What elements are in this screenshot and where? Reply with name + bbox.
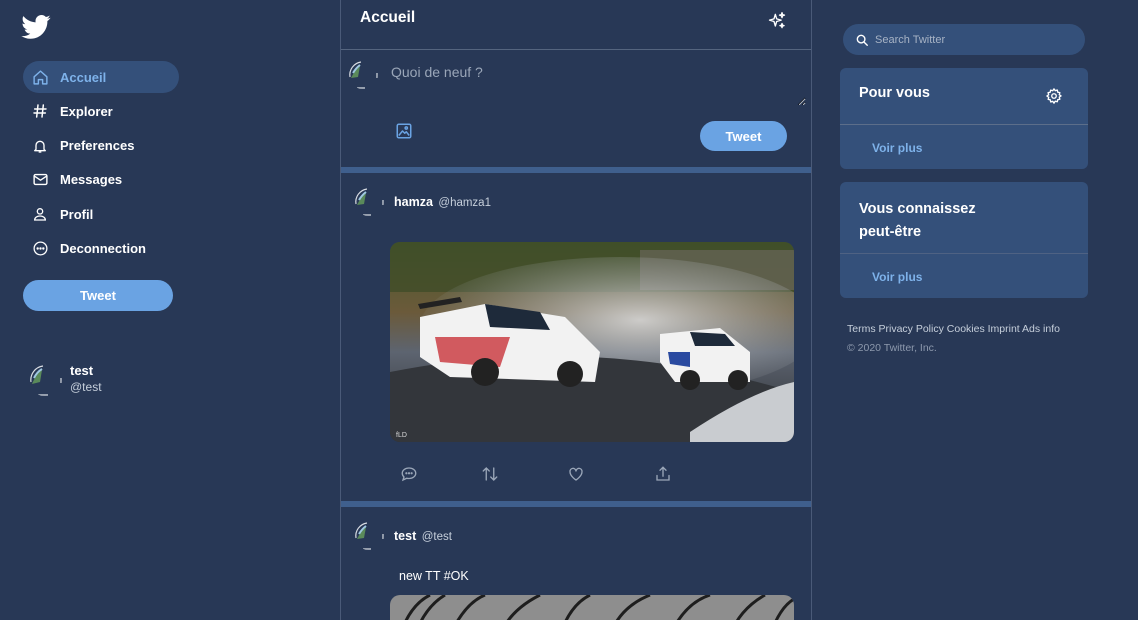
card-title: Pour vous [859, 85, 930, 101]
hashtag-icon [31, 102, 49, 120]
card-divider [840, 253, 1088, 254]
copyright: © 2020 Twitter, Inc. [847, 342, 937, 354]
envelope-icon [31, 171, 49, 189]
tweet-author[interactable]: test @test [394, 529, 452, 543]
footer: Terms Privacy Policy Cookies Imprint Ads… [847, 320, 1060, 358]
for-you-card: Pour vous Voir plus [840, 68, 1088, 169]
current-user-profile[interactable]: test @test [28, 362, 102, 396]
like-icon[interactable] [567, 465, 585, 483]
avatar [348, 59, 378, 89]
nav-label: Profil [60, 206, 94, 222]
watermark: fLD [396, 432, 407, 439]
card-title: Vous connaissez peut-être [859, 201, 976, 240]
tweet-composer: Tweet [341, 50, 811, 167]
nav-label: Deconnection [60, 241, 146, 257]
sparkle-icon[interactable] [767, 11, 787, 31]
gear-icon[interactable] [1045, 87, 1063, 105]
author-handle: @hamza1 [438, 197, 491, 209]
user-icon [31, 205, 49, 223]
search-bar[interactable] [843, 24, 1085, 55]
main-nav: Accueil Explorer Preferences Messages Pr… [23, 61, 179, 267]
image-upload-icon[interactable] [395, 122, 413, 140]
avatar [354, 520, 384, 550]
home-icon [31, 68, 49, 86]
nav-label: Accueil [60, 69, 107, 85]
sidebar-tweet-button[interactable]: Tweet [23, 280, 173, 311]
tweet-item[interactable]: test @test new TT #OK [341, 507, 811, 620]
nav-item-explorer[interactable]: Explorer [23, 95, 179, 127]
author-name: test [394, 529, 417, 543]
nav-item-profil[interactable]: Profil [23, 198, 179, 230]
nav-item-deconnection[interactable]: Deconnection [23, 233, 179, 265]
retweet-icon[interactable] [481, 465, 499, 483]
tweet-media-image[interactable] [390, 595, 794, 620]
left-sidebar: Accueil Explorer Preferences Messages Pr… [0, 0, 340, 620]
nav-item-accueil[interactable]: Accueil [23, 61, 179, 93]
avatar [28, 362, 62, 396]
avatar [354, 186, 384, 216]
tweet-text: new TT #OK [399, 569, 469, 583]
share-icon[interactable] [654, 465, 672, 483]
see-more-link[interactable]: Voir plus [872, 141, 922, 155]
see-more-link[interactable]: Voir plus [872, 270, 922, 284]
timeline-header: Accueil [341, 0, 811, 50]
drift-cars-photo: fLD [390, 242, 794, 442]
tweet-compose-input[interactable] [381, 56, 806, 106]
search-icon [856, 34, 868, 46]
tweet-author[interactable]: hamza @hamza1 [394, 195, 491, 209]
tire-tracks-photo [390, 595, 794, 620]
footer-links[interactable]: Terms Privacy Policy Cookies Imprint Ads… [847, 320, 1060, 339]
page-title: Accueil [360, 9, 416, 26]
profile-handle: @test [70, 380, 102, 394]
card-divider [840, 124, 1088, 125]
composer-tweet-button[interactable]: Tweet [700, 121, 787, 151]
more-circle-icon [31, 240, 49, 258]
author-handle: @test [421, 531, 452, 543]
broken-image-icon [30, 365, 62, 396]
tweet-actions [400, 465, 680, 483]
nav-label: Messages [60, 172, 123, 188]
broken-image-icon [349, 61, 378, 89]
search-input[interactable] [875, 33, 1065, 46]
profile-name: test [70, 363, 94, 378]
tweet-media-image[interactable]: fLD [390, 242, 794, 442]
tweet-item[interactable]: hamza @hamza1 fLD [341, 173, 811, 501]
who-to-follow-card: Vous connaissez peut-être Voir plus [840, 182, 1088, 298]
twitter-bird-icon[interactable] [18, 12, 54, 42]
nav-label: Preferences [60, 138, 135, 154]
nav-label: Explorer [60, 103, 113, 119]
broken-image-icon [355, 522, 384, 550]
bell-icon [31, 137, 49, 155]
timeline: Accueil Tweet [340, 0, 812, 620]
nav-item-messages[interactable]: Messages [23, 164, 179, 196]
broken-image-icon [355, 188, 384, 216]
author-name: hamza [394, 195, 433, 209]
nav-item-preferences[interactable]: Preferences [23, 130, 179, 162]
reply-icon[interactable] [400, 465, 418, 483]
